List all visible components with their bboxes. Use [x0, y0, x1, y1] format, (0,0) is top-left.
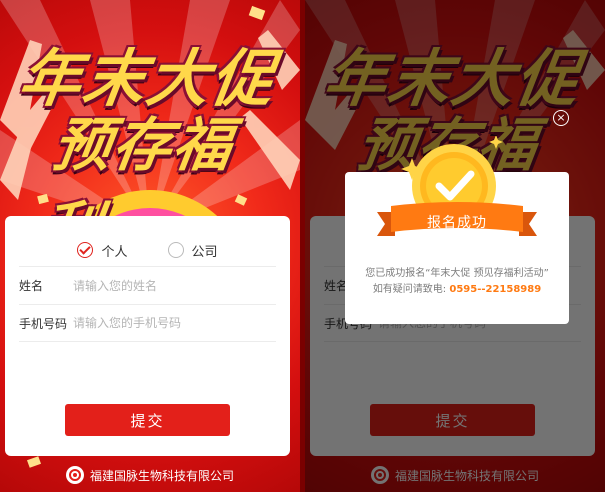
name-label: 姓名 [19, 279, 44, 293]
radio-label-company: 公司 [191, 244, 218, 260]
company-name: 福建国脉生物科技有限公司 [89, 468, 234, 483]
name-field-row: 姓名 [19, 266, 276, 304]
success-message-line-2: 如有疑问请致电: 0595--22158989 [345, 282, 569, 298]
phone-input[interactable] [73, 316, 276, 330]
radio-option-company[interactable]: 公司 [167, 238, 218, 262]
success-ribbon: 报名成功 [377, 202, 537, 242]
success-screen: 年末大促 预存福利 个人 公司 姓名 手机号码 提交 福建国脉生物科技有限公司 [305, 0, 605, 492]
contact-phone[interactable]: 0595--22158989 [449, 284, 541, 295]
contact-prefix: 如有疑问请致电: [372, 284, 447, 295]
radio-checked-icon[interactable] [77, 242, 94, 258]
radio-unchecked-icon[interactable] [167, 242, 184, 258]
success-message: 您已成功报名“年末大促 预见存福利活动” 如有疑问请致电: 0595--2215… [345, 266, 569, 298]
submit-button[interactable]: 提交 [65, 404, 230, 436]
radio-label-personal: 个人 [101, 244, 128, 260]
name-input[interactable] [73, 278, 276, 293]
footer: 福建国脉生物科技有限公司 [0, 466, 300, 484]
phone-label: 手机号码 [19, 316, 68, 331]
company-logo-icon [65, 466, 84, 484]
signup-form-card: 个人 公司 姓名 手机号码 提交 [5, 216, 290, 456]
form-screen: 年末大促 预存福利 个人 公司 姓名 手机号码 提交 福建国脉生物科技有限 [0, 0, 300, 492]
campaign-title: 年末大促 预存福利 [14, 28, 286, 263]
close-icon[interactable]: × [553, 110, 569, 126]
success-message-line-1: 您已成功报名“年末大促 预见存福利活动” [365, 268, 549, 279]
customer-type-radio-group: 个人 公司 [5, 238, 290, 262]
phone-field-row: 手机号码 [19, 304, 276, 342]
success-title: 报名成功 [427, 215, 487, 231]
radio-option-personal[interactable]: 个人 [77, 238, 128, 262]
